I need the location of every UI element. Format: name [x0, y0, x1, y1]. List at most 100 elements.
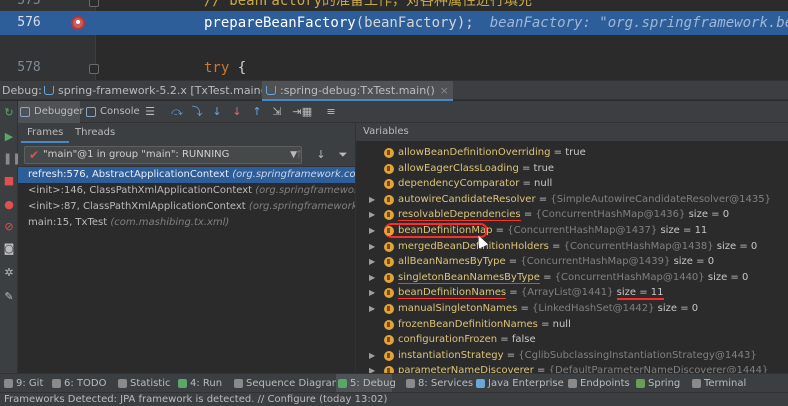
variable-row[interactable]: ▶ singletonBeanNamesByType = {Concurrent… — [356, 270, 788, 286]
fold-marker-icon[interactable] — [89, 0, 99, 7]
line-number: 576 — [17, 15, 41, 30]
tab-console[interactable]: Console — [84, 101, 146, 123]
pin-icon[interactable]: ✎ — [3, 291, 15, 303]
close-icon[interactable]: × — [440, 81, 449, 100]
stack-frame[interactable]: <init>:146, ClassPathXmlApplicationConte… — [18, 183, 355, 199]
tool-tab-endpoints[interactable]: Endpoints — [566, 374, 630, 393]
code-line-576-current[interactable]: 576 prepareBeanFactory(beanFactory); bean… — [0, 11, 788, 35]
variable-row[interactable]: allowEagerClassLoading = true — [356, 161, 788, 177]
tool-tab-terminal[interactable]: Terminal — [690, 374, 746, 393]
brace: { — [237, 60, 247, 76]
variable-row[interactable]: configurationFrozen = false — [356, 332, 788, 348]
tool-tab-run[interactable]: 4: Run — [176, 374, 222, 393]
thread-status-check-icon: ✔ — [29, 148, 40, 162]
previous-frame-icon[interactable]: ↑ — [292, 147, 306, 163]
tool-tab-debug[interactable]: 5: Debug — [336, 374, 396, 393]
tab-debugger[interactable]: Debugger — [18, 101, 84, 123]
layout-menu-icon[interactable]: ☰ — [143, 105, 157, 119]
mute-breakpoints-icon[interactable]: ⊘ — [3, 221, 15, 233]
view-breakpoints-icon[interactable]: ● — [3, 199, 15, 211]
variable-row[interactable]: ▶ autowireCandidateResolver = {SimpleAut… — [356, 192, 788, 208]
status-bar-message[interactable]: Frameworks Detected: JPA framework is de… — [0, 392, 788, 406]
variable-row[interactable]: dependencyComparator = null — [356, 176, 788, 192]
expand-arrow-icon[interactable]: ▶ — [369, 270, 375, 286]
expand-arrow-icon[interactable]: ▶ — [369, 223, 375, 239]
variable-row[interactable]: ▶ parameterNameDiscoverer = {DefaultPara… — [356, 363, 788, 373]
tab-threads[interactable]: Threads — [75, 123, 115, 143]
step-over-icon[interactable]: ⤵ — [190, 105, 204, 119]
expand-arrow-icon[interactable]: ▶ — [369, 192, 375, 208]
tool-tab-statistic[interactable]: Statistic — [116, 374, 171, 393]
field-icon — [384, 257, 394, 268]
field-icon — [384, 194, 394, 205]
stack-frame[interactable]: <init>:87, ClassPathXmlApplicationContex… — [18, 199, 355, 215]
pause-icon[interactable]: ❚❚ — [3, 153, 21, 165]
step-into-icon[interactable]: ↓ — [210, 105, 224, 119]
breakpoint-icon[interactable] — [71, 16, 85, 30]
code-statement: try { — [204, 56, 246, 80]
tool-tab-sequence-diagram[interactable]: Sequence Diagram — [232, 374, 341, 393]
code-editor[interactable]: 575 // beanFactory的准备工作，对各种属性进行填充 576 pr… — [0, 0, 788, 80]
stack-frame[interactable]: refresh:576, AbstractApplicationContext … — [18, 167, 355, 183]
rerun-icon[interactable]: ↻ — [3, 107, 15, 119]
variable-row-bean-definition-map[interactable]: ▶ beanDefinitionMap = {ConcurrentHashMap… — [356, 222, 788, 239]
variable-row[interactable]: ▶ manualSingletonNames = {LinkedHashSet@… — [356, 301, 788, 317]
debugger-icon — [20, 107, 30, 117]
next-frame-icon[interactable]: ↓ — [314, 147, 328, 163]
variable-row[interactable]: ▶ instantiationStrategy = {CglibSubclass… — [356, 348, 788, 364]
java-enterprise-icon — [476, 379, 485, 388]
variable-row[interactable]: ▶ resolvableDependencies = {ConcurrentHa… — [356, 207, 788, 223]
variable-row-bean-definition-names[interactable]: ▶ beanDefinitionNames = {ArrayList@1441}… — [356, 285, 788, 301]
expand-arrow-icon[interactable]: ▶ — [369, 363, 375, 373]
size-underline-annotation: size = 11 — [616, 287, 664, 301]
frames-panel: Frames Threads ✔ "main"@1 in group "main… — [18, 123, 356, 373]
tool-tab-spring[interactable]: Spring — [634, 374, 680, 393]
debug-tab-spring-debug[interactable]: :spring-debug:TxTest.main() × — [262, 81, 453, 101]
resume-icon[interactable]: ▶ — [3, 131, 15, 143]
drop-frame-icon[interactable]: ⇲ — [270, 105, 284, 119]
code-statement: prepareBeanFactory(beanFactory); beanFact… — [204, 11, 788, 35]
expand-arrow-icon[interactable]: ▶ — [369, 301, 375, 317]
expand-arrow-icon[interactable]: ▶ — [369, 239, 375, 255]
field-icon — [384, 210, 394, 221]
variable-row[interactable]: ▶ mergedBeanDefinitionHolders = {Concurr… — [356, 239, 788, 255]
fold-marker-icon[interactable] — [89, 64, 99, 74]
thread-selector-row: ✔ "main"@1 in group "main": RUNNING ▼ ↑ … — [18, 143, 355, 167]
filter-icon[interactable]: ⏷ — [336, 147, 350, 163]
field-icon — [384, 272, 394, 283]
thread-dropdown[interactable]: ✔ "main"@1 in group "main": RUNNING ▼ — [24, 146, 302, 164]
expand-arrow-icon[interactable]: ▶ — [369, 207, 375, 223]
java-app-icon — [44, 86, 54, 95]
tool-tab-todo[interactable]: 6: TODO — [50, 374, 106, 393]
restore-layout-icon[interactable]: ≡ — [324, 105, 338, 119]
variable-row[interactable]: allowBeanDefinitionOverriding = true — [356, 145, 788, 161]
field-icon — [384, 163, 394, 174]
variable-row[interactable]: frozenBeanDefinitionNames = null — [356, 317, 788, 333]
git-icon — [4, 379, 13, 388]
code-line-578[interactable]: 578 try { — [0, 56, 788, 80]
field-icon — [384, 319, 394, 330]
stop-icon[interactable]: ■ — [3, 175, 15, 187]
variables-tree: allowBeanDefinitionOverriding = true all… — [356, 145, 788, 373]
todo-icon — [52, 379, 61, 388]
expand-arrow-icon[interactable]: ▶ — [369, 285, 375, 301]
settings-gear-icon[interactable]: ✲ — [3, 267, 15, 279]
force-step-into-icon[interactable]: ↓ — [230, 105, 244, 119]
expand-arrow-icon[interactable]: ▶ — [369, 348, 375, 364]
stack-frame-list: refresh:576, AbstractApplicationContext … — [18, 167, 355, 231]
camera-icon[interactable]: ◙ — [3, 243, 15, 255]
variable-row[interactable]: ▶ allBeanNamesByType = {ConcurrentHashMa… — [356, 254, 788, 270]
java-app-icon — [266, 86, 276, 95]
expand-arrow-icon[interactable]: ▶ — [369, 254, 375, 270]
step-out-icon[interactable]: ↑ — [250, 105, 264, 119]
tool-tab-git[interactable]: 9: Git — [2, 374, 43, 393]
evaluate-expression-icon[interactable]: ▦ — [300, 105, 314, 119]
tool-tab-java-enterprise[interactable]: Java Enterprise — [474, 374, 564, 393]
stack-frame[interactable]: main:15, TxTest (com.mashibing.tx.xml) — [18, 215, 355, 231]
debug-session-bar: Debug: spring-framework-5.2.x [TxTest.ma… — [0, 80, 788, 101]
field-icon — [384, 288, 394, 299]
tool-tab-services[interactable]: 8: Services — [404, 374, 473, 393]
show-execution-point-icon[interactable]: ⤼ — [170, 105, 184, 119]
tab-frames[interactable]: Frames — [20, 123, 70, 143]
debug-tab-spring-framework[interactable]: spring-framework-5.2.x [TxTest.main()] × — [40, 81, 291, 101]
